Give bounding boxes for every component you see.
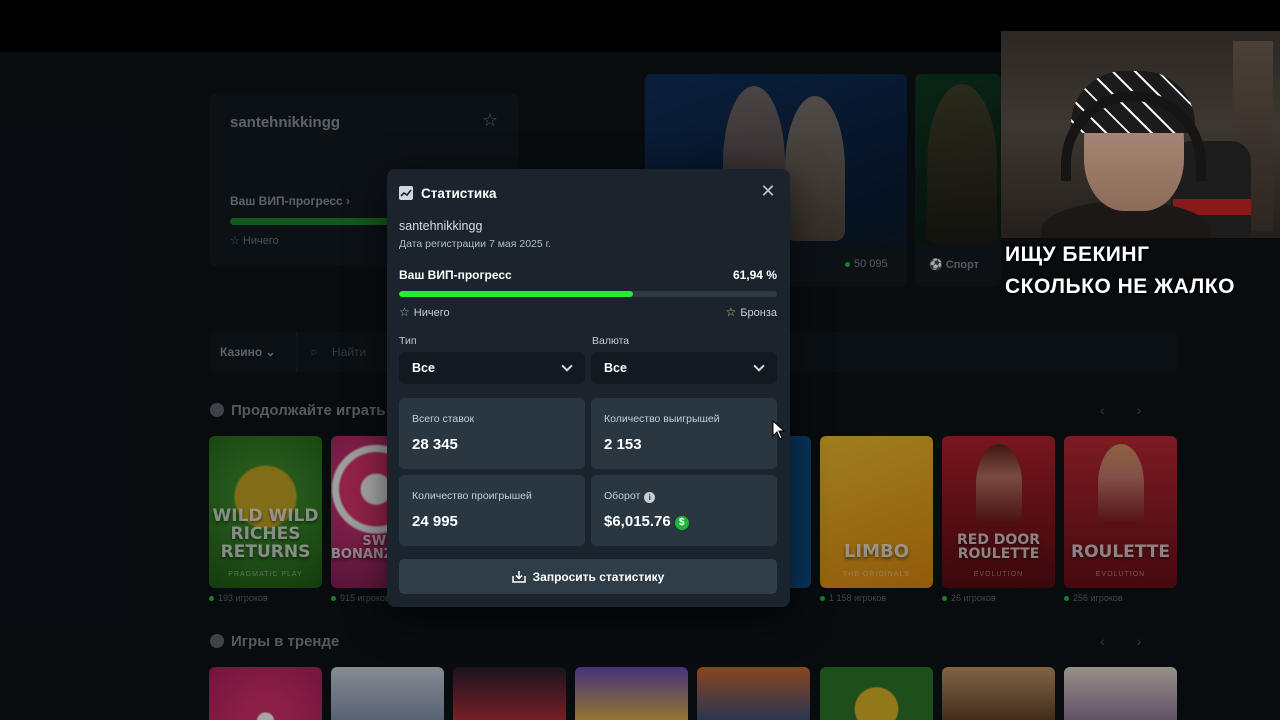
stat-label: Количество выигрышей [604,413,720,425]
rank-next: ☆ Бронза [725,305,777,319]
currency-label: Валюта [592,335,630,347]
type-select-value: Все [412,361,435,375]
stat-wins: Количество выигрышей 2 153 [591,398,777,469]
stat-value: 24 995 [412,513,458,530]
dollar-coin-icon: $ [674,516,689,530]
streamer-webcam [1001,31,1280,238]
mouse-cursor-icon [772,420,786,440]
rank-current: ☆ Ничего [399,305,450,319]
stat-label: Всего ставок [412,413,475,425]
chart-icon [399,186,413,200]
registration-date: Дата регистрации 7 мая 2025 г. [399,238,552,250]
vip-progress-fill [399,291,634,297]
vip-progress-percent: 61,94 % [732,268,777,282]
star-outline-icon: ☆ [399,305,410,319]
stream-overlay-line1: ИЩУ БЕКИНГ [1005,243,1150,266]
request-statistics-button[interactable]: Запросить статистику [399,559,777,594]
modal-header: Статистика [399,185,496,201]
chevron-down-icon [561,360,573,372]
stat-value: 28 345 [412,436,458,453]
currency-select[interactable]: Все [591,352,777,384]
stat-losses: Количество проигрышей 24 995 [399,475,585,546]
stat-value: $6,015.76 $ [604,513,689,530]
type-select[interactable]: Все [399,352,585,384]
stat-value: 2 153 [604,436,642,453]
vip-progress-label: Ваш ВИП-прогресс [399,268,512,282]
stat-turnover: Оборот i $6,015.76 $ [591,475,777,546]
modal-username: santehnikkingg [399,219,483,233]
currency-select-value: Все [604,361,627,375]
close-icon[interactable]: ✕ [760,182,776,200]
info-icon[interactable]: i [644,492,656,503]
download-icon [511,571,526,583]
request-statistics-label: Запросить статистику [532,569,665,584]
statistics-modal: Статистика ✕ santehnikkingg Дата регистр… [387,169,790,607]
star-icon: ☆ [725,305,737,319]
vip-progress-bar [399,291,777,297]
stat-label: Количество проигрышей [412,490,532,502]
stat-total-bets: Всего ставок 28 345 [399,398,585,469]
stat-label: Оборот i [604,490,656,503]
chevron-down-icon [753,360,765,372]
stream-overlay-line2: СКОЛЬКО НЕ ЖАЛКО [1005,275,1235,298]
type-label: Тип [399,335,417,347]
modal-title: Статистика [421,185,497,201]
